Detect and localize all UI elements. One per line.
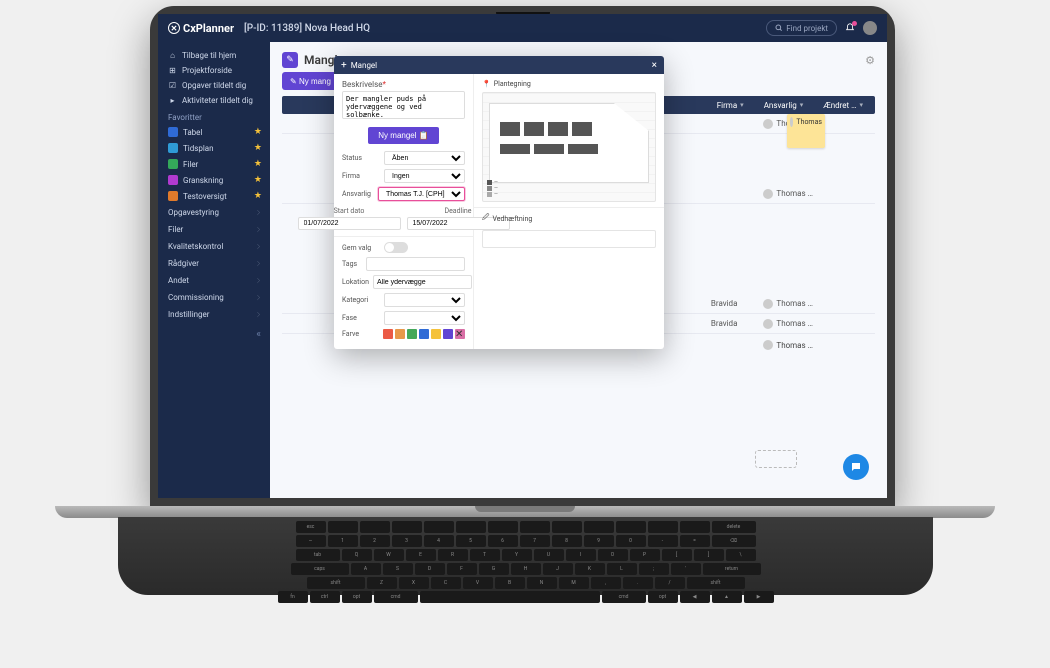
ansvarlig-label: Ansvarlig <box>342 190 374 198</box>
desc-label: Beskrivelse* <box>342 80 465 89</box>
tags-label: Tags <box>342 260 362 268</box>
defect-modal: + Mangel × Beskrivelse* Der mangler puds… <box>334 56 664 349</box>
color-swatch[interactable] <box>419 329 429 339</box>
col-firma[interactable]: Firma <box>717 101 737 110</box>
col-aendret[interactable]: Ændret … <box>823 101 856 110</box>
save-choices-toggle[interactable] <box>384 242 408 253</box>
page-icon: ✎ <box>282 52 298 68</box>
attachment-label: 🖉 Vedhæftning <box>482 213 656 224</box>
color-swatch[interactable] <box>407 329 417 339</box>
main-area: ✎ Mangl ⚙ ✎ Ny mang Firma▾ Ansvarlig▾ Æn… <box>270 42 887 498</box>
status-select[interactable]: Åben <box>384 151 465 165</box>
fav-tabel[interactable]: Tabel★ <box>168 124 262 140</box>
nav-project-front[interactable]: ⊞Projektforside <box>168 63 262 78</box>
fav-granskning[interactable]: Granskning★ <box>168 172 262 188</box>
color-swatch[interactable] <box>395 329 405 339</box>
color-swatch[interactable] <box>383 329 393 339</box>
floorplan[interactable]: — — — <box>482 92 656 202</box>
location-input[interactable] <box>373 275 472 289</box>
star-icon[interactable]: ★ <box>254 175 262 185</box>
brand-name: CxPlanner <box>183 22 234 35</box>
menu-kvalitetskontrol[interactable]: Kvalitetskontrol <box>168 238 262 255</box>
nav-tasks[interactable]: ☑Opgaver tildelt dig <box>168 78 262 93</box>
bell-icon[interactable] <box>845 23 855 33</box>
menu-andet[interactable]: Andet <box>168 272 262 289</box>
search-placeholder: Find projekt <box>786 24 828 33</box>
collapse-sidebar[interactable]: « <box>256 323 262 340</box>
category-select[interactable] <box>384 293 465 307</box>
chat-fab[interactable] <box>843 454 869 480</box>
fav-tidsplan[interactable]: Tidsplan★ <box>168 140 262 156</box>
stamp-widget <box>755 450 797 468</box>
firma-label: Firma <box>342 172 380 180</box>
sticky-note[interactable]: Thomas <box>787 114 825 148</box>
favorites-header: Favoritter <box>168 108 262 124</box>
modal-new-defect-button[interactable]: Ny mangel 📋 <box>368 127 438 144</box>
topbar: ✕ CxPlanner [P-ID: 11389] Nova Head HQ F… <box>158 14 887 42</box>
firma-select[interactable]: Ingen <box>384 169 465 183</box>
star-icon[interactable]: ★ <box>254 191 262 201</box>
color-swatch[interactable] <box>431 329 441 339</box>
tags-input[interactable] <box>366 257 465 271</box>
new-defect-button[interactable]: ✎ Ny mang <box>282 72 339 90</box>
brand-logo: ✕ CxPlanner <box>168 22 234 35</box>
attachment-drop[interactable] <box>482 230 656 248</box>
plan-label: 📍 Plantegning <box>482 80 656 88</box>
menu-indstillinger[interactable]: Indstillinger <box>168 306 262 323</box>
nav-home[interactable]: ⌂Tilbage til hjem <box>168 48 262 63</box>
category-label: Kategori <box>342 296 380 304</box>
desc-input[interactable]: Der mangler puds på ydervæggene og ved s… <box>342 91 465 119</box>
user-avatar[interactable] <box>863 21 877 35</box>
nav-activities[interactable]: ▸Aktiviteter tildelt dig <box>168 93 262 108</box>
star-icon[interactable]: ★ <box>254 143 262 153</box>
star-icon[interactable]: ★ <box>254 127 262 137</box>
close-icon[interactable]: × <box>652 60 657 71</box>
menu-opgavestyring[interactable]: Opgavestyring <box>168 204 262 221</box>
col-ansvarlig[interactable]: Ansvarlig <box>764 101 797 110</box>
project-title: [P-ID: 11389] Nova Head HQ <box>244 23 370 34</box>
star-icon[interactable]: ★ <box>254 159 262 169</box>
color-swatch[interactable] <box>443 329 453 339</box>
menu-commissioning[interactable]: Commissioning <box>168 289 262 306</box>
modal-title: Mangel <box>351 61 377 70</box>
start-date-label: Start dato <box>298 207 401 215</box>
ansvarlig-select[interactable]: Thomas T.J. [CPH] <box>378 187 465 201</box>
laptop-keyboard: escdelete ~1234567890-=⌫ tabQWERTYUIOP[]… <box>118 517 933 595</box>
color-label: Farve <box>342 330 379 338</box>
fav-testoversigt[interactable]: Testoversigt★ <box>168 188 262 204</box>
menu-radgiver[interactable]: Rådgiver <box>168 255 262 272</box>
plus-icon: + <box>341 60 347 71</box>
start-date-input[interactable] <box>298 217 401 230</box>
menu-filer[interactable]: Filer <box>168 221 262 238</box>
phase-select[interactable] <box>384 311 465 325</box>
fav-filer[interactable]: Filer★ <box>168 156 262 172</box>
search-input[interactable]: Find projekt <box>766 20 837 36</box>
gear-icon[interactable]: ⚙ <box>865 54 875 67</box>
page-title: Mangl <box>304 53 338 67</box>
sidebar: ⌂Tilbage til hjem ⊞Projektforside ☑Opgav… <box>158 42 270 498</box>
save-choices-label: Gem valg <box>342 244 380 252</box>
location-label: Lokation <box>342 278 369 286</box>
status-label: Status <box>342 154 380 162</box>
phase-label: Fase <box>342 314 380 322</box>
color-swatch[interactable]: ✕ <box>455 329 465 339</box>
modal-titlebar: + Mangel × <box>334 56 664 74</box>
